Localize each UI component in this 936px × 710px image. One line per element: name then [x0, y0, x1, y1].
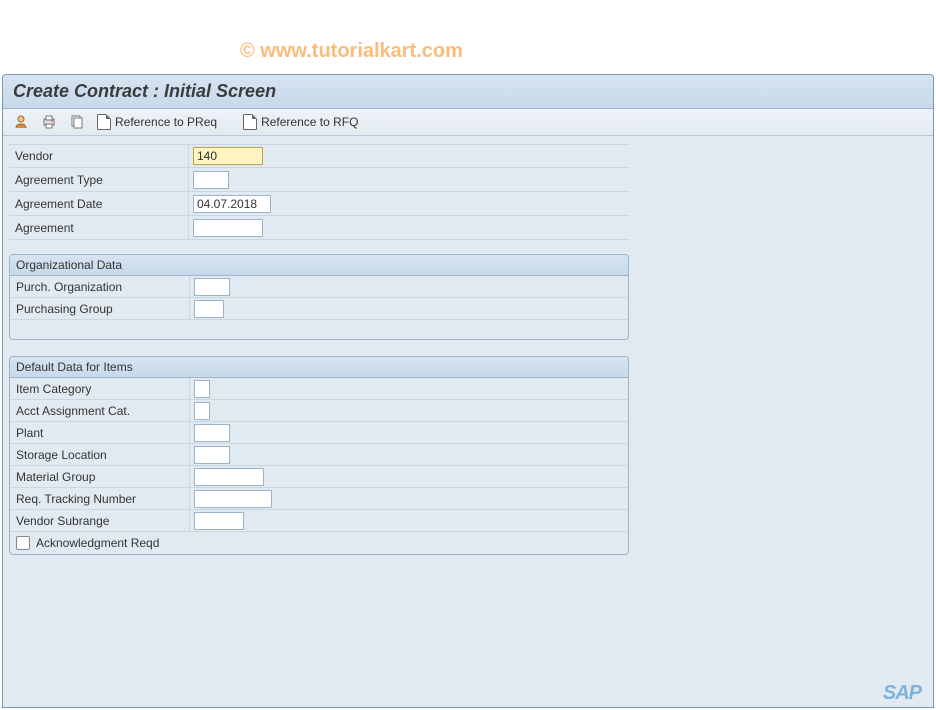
ack-reqd-checkbox[interactable]: [16, 536, 30, 550]
reference-to-preq-button[interactable]: Reference to PReq: [93, 113, 221, 131]
agreement-date-input[interactable]: [193, 195, 271, 213]
material-group-row: Material Group: [10, 466, 628, 488]
toolbar: Reference to PReq Reference to RFQ: [3, 109, 933, 136]
agreement-type-row: Agreement Type: [9, 168, 629, 192]
content-area: Vendor Agreement Type Agreement Date Agr…: [3, 136, 933, 579]
app-window: Create Contract : Initial Screen R: [2, 74, 934, 708]
req-tracking-input[interactable]: [194, 490, 272, 508]
watermark-text: © www.tutorialkart.com: [240, 40, 463, 63]
page-title: Create Contract : Initial Screen: [3, 75, 933, 109]
material-group-label: Material Group: [10, 466, 190, 487]
vendor-input[interactable]: [193, 147, 263, 165]
reference-to-preq-label: Reference to PReq: [115, 115, 217, 129]
purchasing-group-row: Purchasing Group: [10, 298, 628, 320]
item-category-row: Item Category: [10, 378, 628, 400]
vendor-subrange-row: Vendor Subrange: [10, 510, 628, 532]
item-category-input[interactable]: [194, 380, 210, 398]
storage-location-row: Storage Location: [10, 444, 628, 466]
acct-assignment-label: Acct Assignment Cat.: [10, 400, 190, 421]
ack-reqd-row: Acknowledgment Reqd: [10, 532, 628, 554]
agreement-input[interactable]: [193, 219, 263, 237]
copy-button[interactable]: [65, 113, 89, 131]
vendor-subrange-label: Vendor Subrange: [10, 510, 190, 531]
person-button[interactable]: [9, 113, 33, 131]
organizational-data-title: Organizational Data: [10, 255, 628, 276]
item-category-label: Item Category: [10, 378, 190, 399]
purchasing-group-input[interactable]: [194, 300, 224, 318]
ack-reqd-label: Acknowledgment Reqd: [36, 536, 159, 550]
agreement-date-row: Agreement Date: [9, 192, 629, 216]
acct-assignment-input[interactable]: [194, 402, 210, 420]
person-icon: [13, 114, 29, 130]
plant-label: Plant: [10, 422, 190, 443]
req-tracking-row: Req. Tracking Number: [10, 488, 628, 510]
copy-icon: [69, 114, 85, 130]
agreement-row: Agreement: [9, 216, 629, 240]
reference-to-rfq-label: Reference to RFQ: [261, 115, 358, 129]
default-data-title: Default Data for Items: [10, 357, 628, 378]
acct-assignment-row: Acct Assignment Cat.: [10, 400, 628, 422]
print-icon: [41, 114, 57, 130]
document-icon: [243, 114, 257, 130]
agreement-type-label: Agreement Type: [9, 168, 189, 191]
agreement-date-label: Agreement Date: [9, 192, 189, 215]
agreement-type-input[interactable]: [193, 171, 229, 189]
purchasing-group-label: Purchasing Group: [10, 298, 190, 319]
vendor-label: Vendor: [9, 145, 189, 167]
agreement-label: Agreement: [9, 216, 189, 239]
material-group-input[interactable]: [194, 468, 264, 486]
storage-location-input[interactable]: [194, 446, 230, 464]
sap-logo: SAP: [875, 680, 929, 707]
purch-organization-label: Purch. Organization: [10, 276, 190, 297]
plant-row: Plant: [10, 422, 628, 444]
header-fields: Vendor Agreement Type Agreement Date Agr…: [9, 144, 629, 240]
organizational-data-group: Organizational Data Purch. Organization …: [9, 254, 629, 340]
purch-organization-input[interactable]: [194, 278, 230, 296]
document-icon: [97, 114, 111, 130]
vendor-subrange-input[interactable]: [194, 512, 244, 530]
req-tracking-label: Req. Tracking Number: [10, 488, 190, 509]
vendor-row: Vendor: [9, 144, 629, 168]
storage-location-label: Storage Location: [10, 444, 190, 465]
purch-organization-row: Purch. Organization: [10, 276, 628, 298]
print-button[interactable]: [37, 113, 61, 131]
default-data-group: Default Data for Items Item Category Acc…: [9, 356, 629, 555]
plant-input[interactable]: [194, 424, 230, 442]
reference-to-rfq-button[interactable]: Reference to RFQ: [239, 113, 362, 131]
